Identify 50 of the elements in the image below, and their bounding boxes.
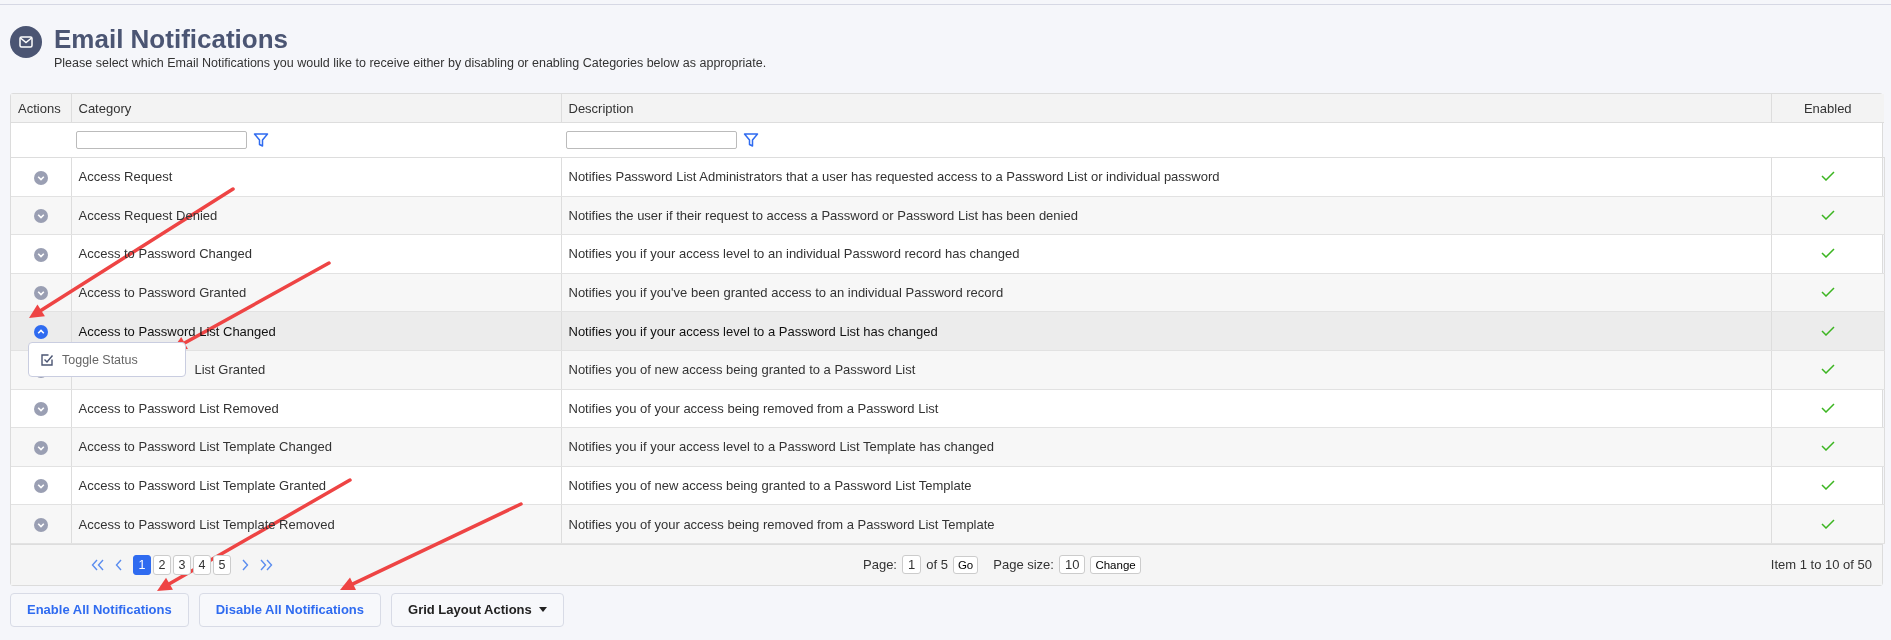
- description-cell: Notifies you of new access being granted to a Password List Template: [568, 478, 972, 494]
- category-cell: Access to Password List Template Changed: [78, 439, 332, 455]
- change-button[interactable]: Change: [1090, 555, 1141, 574]
- collapse-icon[interactable]: [33, 324, 48, 339]
- last-page-icon[interactable]: [259, 558, 273, 571]
- first-page-icon[interactable]: [91, 558, 105, 571]
- filter-icon[interactable]: [743, 132, 759, 148]
- item-summary: Item 1 to 10 of 50: [1770, 557, 1872, 573]
- description-cell: Notifies Password List Administrators that a user has requested access to a Password List or individual password: [568, 169, 1220, 185]
- caret-icon: [538, 607, 547, 613]
- description-cell: Notifies you of new access being granted to a Password List: [568, 362, 916, 378]
- filter-field[interactable]: [566, 131, 737, 149]
- category-cell: Access Request: [78, 169, 173, 185]
- checkbox-icon: [40, 352, 54, 367]
- category-cell: Access to Password List Template Granted: [78, 478, 327, 494]
- category-cell: Access to Password List Template Removed: [78, 516, 335, 532]
- page-size-field[interactable]: 10: [1058, 555, 1086, 575]
- page-subtitle: Please select which Email Notifications you would like to receive either by disabling or enabling Categories below as appropriate.: [54, 56, 767, 70]
- page-button[interactable]: 3: [173, 554, 191, 575]
- filter-icon[interactable]: [253, 132, 269, 148]
- mail-icon: [10, 26, 42, 58]
- category-cell: Access to Password Granted: [78, 285, 247, 301]
- category-cell: Access to Password List Removed: [78, 400, 279, 416]
- action-button[interactable]: Disable All Notifications: [198, 592, 382, 627]
- next-page-icon[interactable]: [241, 558, 249, 571]
- grid-layout-button[interactable]: Grid Layout Actions: [391, 592, 564, 627]
- page-count: of 5: [926, 557, 948, 573]
- description-cell: Notifies you if your access level to a Password List Template has changed: [568, 439, 994, 455]
- filter-field[interactable]: [76, 131, 247, 149]
- description-cell: Notifies the user if their request to access a Password or Password List has been denied: [568, 207, 1078, 223]
- page-button[interactable]: 4: [193, 554, 211, 575]
- column-header[interactable]: Description: [568, 100, 634, 116]
- description-cell: Notifies you of your access being removed from a Password List Template: [568, 516, 995, 532]
- action-button[interactable]: Enable All Notifications: [10, 592, 189, 627]
- column-header[interactable]: Category: [78, 100, 132, 116]
- description-cell: Notifies you if you've been granted access to an individual Password record: [568, 285, 1004, 301]
- page-label: Page:: [863, 557, 897, 573]
- category-cell-text: List Granted: [193, 362, 266, 378]
- description-cell: Notifies you if your access level to a Password List has changed: [568, 323, 938, 339]
- description-cell: Notifies you of your access being removed from a Password List: [568, 400, 939, 416]
- description-cell: Notifies you if your access level to an individual Password record has changed: [568, 246, 1020, 262]
- page-number-field[interactable]: 1: [902, 555, 922, 575]
- page-button[interactable]: 2: [153, 554, 171, 575]
- page-button[interactable]: 5: [213, 554, 231, 575]
- previous-page-icon[interactable]: [115, 558, 123, 571]
- go-button[interactable]: Go: [952, 555, 979, 574]
- page-title: Email Notifications: [54, 24, 290, 54]
- page-size-label: Page size:: [993, 557, 1054, 573]
- page-button[interactable]: 1: [133, 554, 151, 575]
- menu-item[interactable]: Toggle Status: [29, 352, 149, 367]
